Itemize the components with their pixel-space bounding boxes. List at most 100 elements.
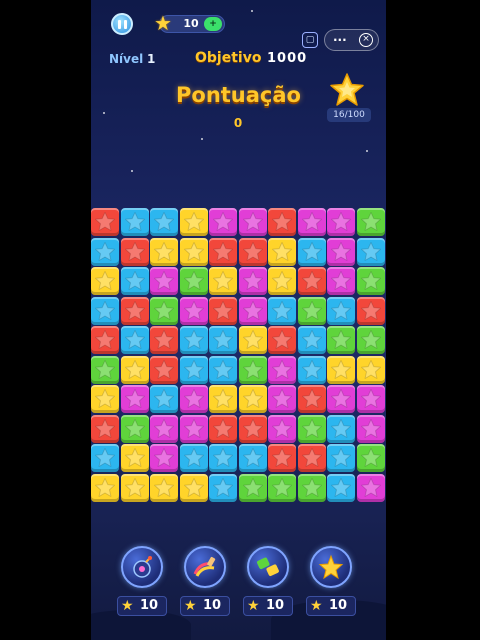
blue-star-tile[interactable]: [179, 355, 208, 384]
blue-star-tile[interactable]: [120, 326, 149, 354]
green-star-tile[interactable]: [268, 473, 296, 502]
red-star-tile[interactable]: [356, 296, 385, 325]
red-star-tile[interactable]: [238, 414, 267, 443]
red-star-tile[interactable]: [120, 237, 149, 266]
blue-star-tile[interactable]: [327, 473, 355, 502]
blue-star-tile[interactable]: [356, 237, 385, 266]
magenta-star-tile[interactable]: [327, 267, 355, 295]
red-star-tile[interactable]: [150, 355, 178, 384]
magenta-star-tile[interactable]: [179, 414, 208, 443]
magenta-star-tile[interactable]: [238, 296, 267, 325]
blue-star-tile[interactable]: [327, 444, 355, 472]
green-star-tile[interactable]: [91, 355, 119, 384]
magenta-star-tile[interactable]: [150, 414, 178, 443]
yellow-star-tile[interactable]: [179, 208, 208, 236]
yellow-star-tile[interactable]: [238, 385, 267, 413]
red-star-tile[interactable]: [268, 444, 296, 472]
pause-button[interactable]: [111, 13, 133, 35]
green-star-tile[interactable]: [238, 473, 267, 502]
bomb-booster-button[interactable]: ★ 10: [116, 546, 168, 621]
blue-star-tile[interactable]: [297, 355, 326, 384]
magenta-star-tile[interactable]: [150, 267, 178, 295]
magenta-star-tile[interactable]: [120, 385, 149, 413]
yellow-star-tile[interactable]: [356, 355, 385, 384]
blue-star-tile[interactable]: [327, 414, 355, 443]
red-star-tile[interactable]: [209, 414, 237, 443]
green-star-tile[interactable]: [356, 267, 385, 295]
red-star-tile[interactable]: [150, 326, 178, 354]
magenta-star-tile[interactable]: [238, 208, 267, 236]
yellow-star-tile[interactable]: [120, 473, 149, 502]
magenta-star-tile[interactable]: [268, 414, 296, 443]
blue-star-tile[interactable]: [209, 326, 237, 354]
magenta-star-tile[interactable]: [356, 385, 385, 413]
paint-booster-button[interactable]: ★ 10: [179, 546, 231, 621]
yellow-star-tile[interactable]: [268, 237, 296, 266]
green-star-tile[interactable]: [327, 326, 355, 354]
red-star-tile[interactable]: [120, 296, 149, 325]
yellow-star-tile[interactable]: [179, 473, 208, 502]
green-star-tile[interactable]: [238, 355, 267, 384]
red-star-tile[interactable]: [268, 326, 296, 354]
yellow-star-tile[interactable]: [91, 385, 119, 413]
magenta-star-tile[interactable]: [356, 473, 385, 502]
green-star-tile[interactable]: [356, 444, 385, 472]
magenta-star-tile[interactable]: [327, 208, 355, 236]
swap-booster-orb[interactable]: [247, 546, 289, 588]
magenta-star-tile[interactable]: [297, 208, 326, 236]
add-coins-button[interactable]: +: [204, 17, 222, 31]
close-icon[interactable]: ×: [359, 33, 373, 47]
red-star-tile[interactable]: [209, 237, 237, 266]
red-star-tile[interactable]: [238, 237, 267, 266]
red-star-tile[interactable]: [91, 414, 119, 443]
red-star-tile[interactable]: [297, 267, 326, 295]
blue-star-tile[interactable]: [91, 237, 119, 266]
blue-star-tile[interactable]: [209, 473, 237, 502]
red-star-tile[interactable]: [268, 208, 296, 236]
star-booster-button[interactable]: ★ 10: [305, 546, 357, 621]
blue-star-tile[interactable]: [327, 296, 355, 325]
green-star-tile[interactable]: [356, 326, 385, 354]
paint-booster-orb[interactable]: [184, 546, 226, 588]
green-star-tile[interactable]: [356, 208, 385, 236]
blue-star-tile[interactable]: [238, 444, 267, 472]
green-star-tile[interactable]: [150, 296, 178, 325]
magenta-star-tile[interactable]: [150, 444, 178, 472]
blue-star-tile[interactable]: [120, 208, 149, 236]
yellow-star-tile[interactable]: [238, 326, 267, 354]
yellow-star-tile[interactable]: [91, 267, 119, 295]
magenta-star-tile[interactable]: [327, 237, 355, 266]
magenta-star-tile[interactable]: [209, 208, 237, 236]
more-menu-icon[interactable]: ···: [333, 31, 347, 49]
green-star-tile[interactable]: [297, 414, 326, 443]
blue-star-tile[interactable]: [179, 444, 208, 472]
magenta-star-tile[interactable]: [327, 385, 355, 413]
yellow-star-tile[interactable]: [150, 237, 178, 266]
blue-star-tile[interactable]: [120, 267, 149, 295]
blue-star-tile[interactable]: [150, 208, 178, 236]
yellow-star-tile[interactable]: [209, 385, 237, 413]
green-star-tile[interactable]: [297, 473, 326, 502]
blue-star-tile[interactable]: [91, 444, 119, 472]
yellow-star-tile[interactable]: [179, 237, 208, 266]
green-star-tile[interactable]: [179, 267, 208, 295]
yellow-star-tile[interactable]: [91, 473, 119, 502]
yellow-star-tile[interactable]: [327, 355, 355, 384]
star-booster-orb[interactable]: [310, 546, 352, 588]
magenta-star-tile[interactable]: [268, 355, 296, 384]
magenta-star-tile[interactable]: [179, 385, 208, 413]
red-star-tile[interactable]: [297, 444, 326, 472]
blue-star-tile[interactable]: [209, 444, 237, 472]
yellow-star-tile[interactable]: [209, 267, 237, 295]
magenta-star-tile[interactable]: [268, 385, 296, 413]
blue-star-tile[interactable]: [297, 237, 326, 266]
yellow-star-tile[interactable]: [268, 267, 296, 295]
yellow-star-tile[interactable]: [120, 355, 149, 384]
magenta-star-tile[interactable]: [179, 296, 208, 325]
red-star-tile[interactable]: [91, 326, 119, 354]
yellow-star-tile[interactable]: [120, 444, 149, 472]
blue-star-tile[interactable]: [150, 385, 178, 413]
magenta-star-tile[interactable]: [238, 267, 267, 295]
red-star-tile[interactable]: [91, 208, 119, 236]
blue-star-tile[interactable]: [268, 296, 296, 325]
